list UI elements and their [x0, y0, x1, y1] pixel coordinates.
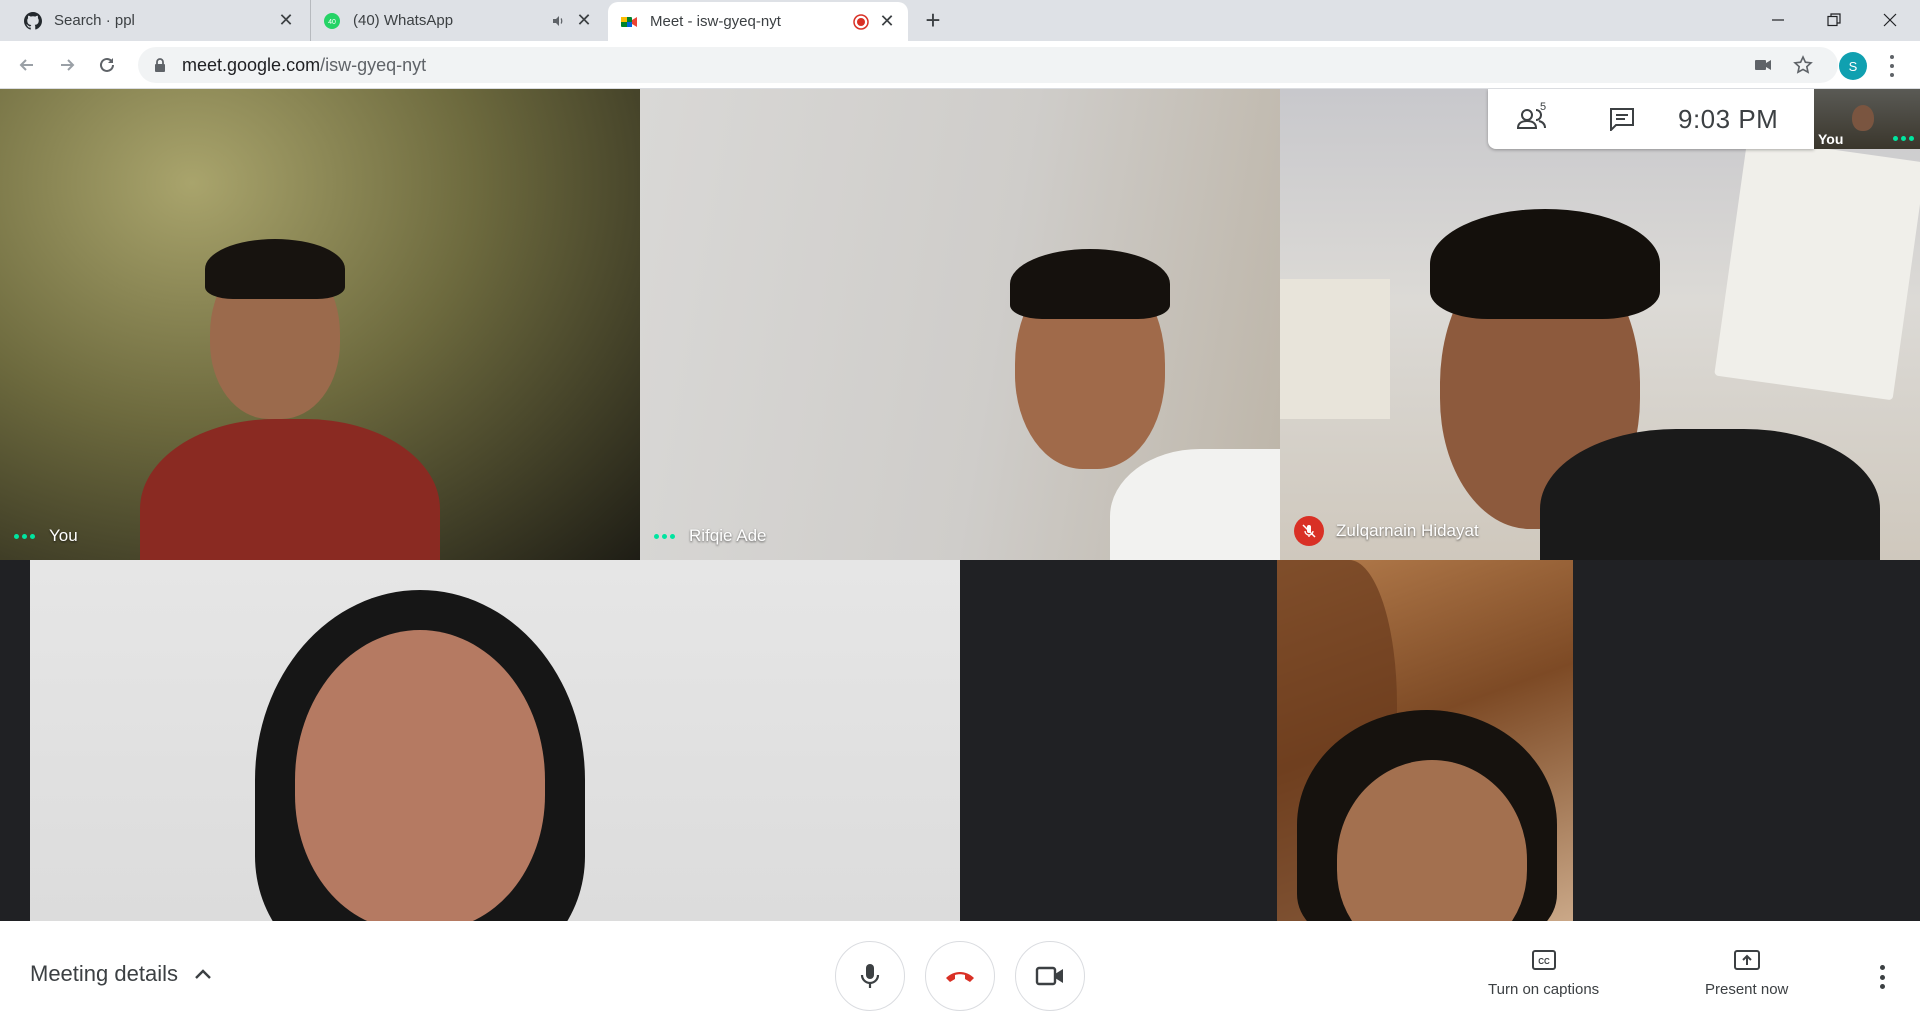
participant-tile[interactable]: Rifqie Ade	[640, 89, 1280, 560]
address-bar[interactable]: meet.google.com/isw-gyeq-nyt	[138, 47, 1838, 83]
meeting-details-label: Meeting details	[30, 961, 178, 986]
restore-window-button[interactable]	[1806, 0, 1862, 40]
tab-title: Search · ppl	[54, 12, 135, 29]
participant-tile[interactable]: You	[0, 89, 640, 560]
camera-button[interactable]	[1015, 941, 1085, 1011]
speaker-icon[interactable]	[549, 12, 567, 30]
chevron-up-icon	[195, 969, 211, 979]
present-screen-icon	[1733, 950, 1760, 970]
present-now-button[interactable]: Present now	[1705, 949, 1788, 998]
participant-video	[295, 630, 545, 921]
whatsapp-icon: 40	[324, 12, 340, 29]
tab-strip: Search · ppl ✕ 40 (40) WhatsApp ✕ Meet -…	[0, 0, 1920, 41]
closed-captions-icon: CC	[1531, 950, 1556, 970]
tab-meet[interactable]: Meet - isw-gyeq-nyt ✕	[608, 2, 908, 41]
browser-toolbar: meet.google.com/isw-gyeq-nyt S	[0, 41, 1920, 89]
close-window-button[interactable]	[1862, 0, 1918, 40]
reload-button[interactable]	[92, 50, 122, 80]
captions-button[interactable]: CC Turn on captions	[1488, 949, 1599, 998]
chat-button[interactable]	[1592, 89, 1652, 149]
profile-avatar[interactable]: S	[1839, 52, 1867, 80]
bookmark-star-icon[interactable]	[1788, 50, 1818, 80]
forward-button[interactable]	[52, 50, 82, 80]
participant-name: Rifqie Ade	[689, 526, 767, 545]
audio-activity-icon	[654, 533, 675, 539]
camera-in-use-icon[interactable]	[1748, 50, 1778, 80]
tab-whatsapp[interactable]: 40 (40) WhatsApp ✕	[310, 0, 605, 41]
audio-activity-icon	[14, 533, 35, 539]
self-view-thumbnail[interactable]: You	[1814, 89, 1920, 149]
meeting-clock: 9:03 PM	[1678, 103, 1779, 134]
github-icon	[24, 11, 42, 30]
meeting-info-bar: 5 9:03 PM	[1488, 89, 1814, 149]
close-icon[interactable]: ✕	[277, 10, 295, 30]
browser-menu-icon[interactable]	[1882, 53, 1902, 79]
close-icon[interactable]: ✕	[575, 10, 593, 30]
meet-video-stage: You Rifqie Ade Zulqarnain Hidayat 5 9:03…	[0, 89, 1920, 921]
tab-title: (40) WhatsApp	[353, 12, 454, 29]
svg-text:CC: CC	[1538, 957, 1550, 966]
more-options-icon[interactable]	[1870, 965, 1894, 989]
tab-title: Meet - isw-gyeq-nyt	[650, 13, 781, 30]
participant-tile[interactable]	[1277, 560, 1573, 921]
new-tab-button[interactable]: +	[918, 6, 948, 36]
self-view-label: You	[1818, 131, 1844, 147]
more-options-icon[interactable]	[1893, 136, 1914, 141]
meeting-details-button[interactable]: Meeting details	[30, 961, 212, 987]
chat-icon	[1610, 108, 1634, 131]
participant-name: You	[49, 526, 78, 545]
participant-tile[interactable]	[30, 560, 960, 921]
minimize-window-button[interactable]	[1750, 0, 1806, 40]
google-meet-icon	[621, 16, 637, 27]
hang-up-icon	[946, 972, 974, 982]
recording-icon	[852, 13, 870, 31]
captions-label: Turn on captions	[1488, 981, 1600, 998]
lock-icon	[155, 58, 165, 72]
back-button[interactable]	[12, 50, 42, 80]
svg-text:40: 40	[328, 19, 336, 26]
participant-tile[interactable]: Zulqarnain Hidayat	[1280, 89, 1920, 560]
meet-controls-bar: Meeting details CC Turn on captions Pres…	[0, 921, 1920, 1030]
people-button[interactable]: 5	[1502, 89, 1562, 149]
microphone-button[interactable]	[835, 941, 905, 1011]
tab-github-search[interactable]: Search · ppl ✕	[12, 0, 307, 41]
microphone-icon	[860, 964, 880, 988]
video-camera-icon	[1035, 966, 1063, 986]
people-count: 5	[1540, 101, 1547, 113]
leave-call-button[interactable]	[925, 941, 995, 1011]
close-icon[interactable]: ✕	[878, 11, 896, 31]
participant-name: Zulqarnain Hidayat	[1336, 521, 1479, 540]
url-text: meet.google.com/isw-gyeq-nyt	[182, 54, 427, 75]
present-now-label: Present now	[1705, 981, 1789, 998]
mic-off-icon	[1294, 516, 1324, 546]
